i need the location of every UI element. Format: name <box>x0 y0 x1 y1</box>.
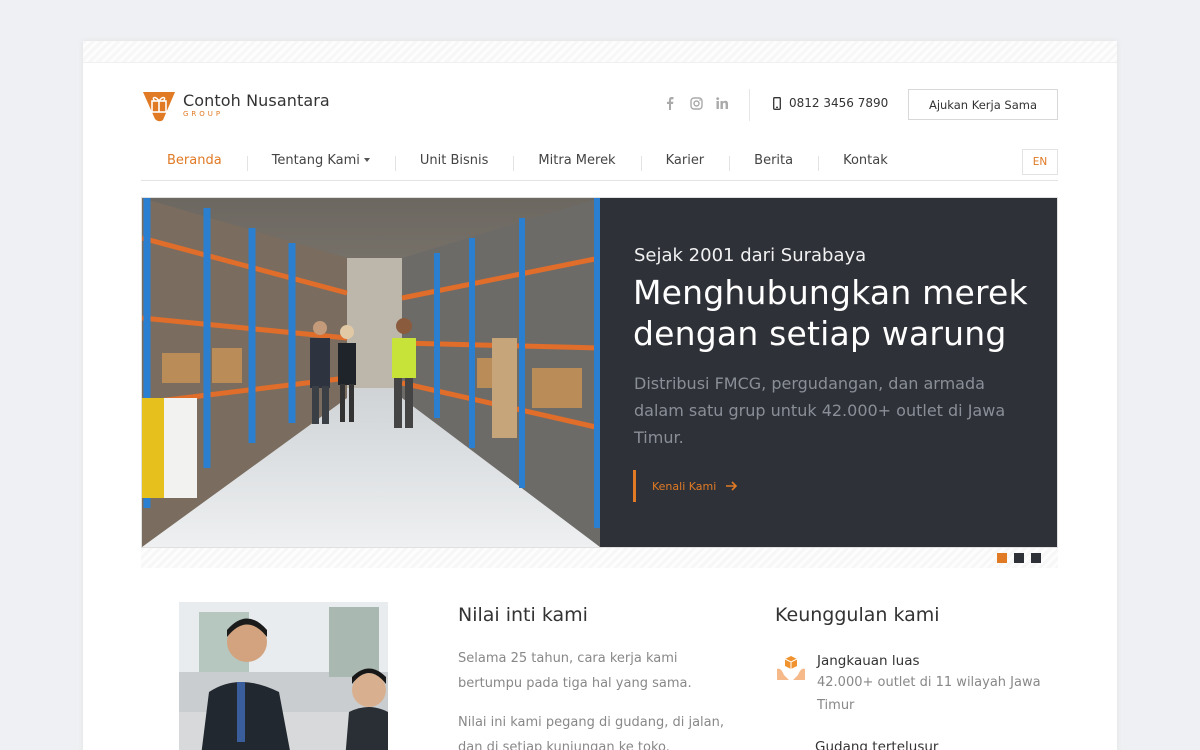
social-links <box>663 96 729 110</box>
phone-icon <box>773 96 781 110</box>
hero-text-panel: Sejak 2001 dari Surabaya Menghubungkan m… <box>600 198 1057 547</box>
main-nav: Beranda Tentang Kami Unit Bisnis Mitra M… <box>141 149 1058 181</box>
learn-more-link[interactable]: Kenali Kami <box>633 470 738 502</box>
values-paragraph-2: Nilai ini kami pegang di gudang, di jala… <box>458 715 725 750</box>
slider-dot-3[interactable] <box>1031 553 1041 563</box>
brand-name: Contoh Nusantara <box>183 90 330 110</box>
advantages-title: Keunggulan kami <box>775 604 940 626</box>
slider-dot-1[interactable] <box>997 553 1007 563</box>
advantage-item: Jangkauan luas 42.000+ outlet di 11 wila… <box>775 653 1047 717</box>
hero-slider: Sejak 2001 dari Surabaya Menghubungkan m… <box>141 197 1058 548</box>
header-divider <box>749 89 750 121</box>
phone-contact[interactable]: 0812 3456 7890 <box>773 96 888 110</box>
nav-item-unit-bisnis[interactable]: Unit Bisnis <box>394 153 514 171</box>
page-container: Contoh Nusantara GROUP 0812 3456 7890 Aj… <box>83 41 1117 750</box>
language-switch[interactable]: EN <box>1022 149 1058 175</box>
values-paragraph-1: Selama 25 tahun, cara kerja kami bertump… <box>458 651 692 691</box>
nav-item-mitra-merek[interactable]: Mitra Merek <box>513 153 640 171</box>
nav-item-beranda[interactable]: Beranda <box>141 153 247 168</box>
hand-box-icon <box>777 656 805 680</box>
advantage-title: Jangkauan luas <box>817 653 920 669</box>
phone-number: 0812 3456 7890 <box>789 96 889 110</box>
facebook-icon[interactable] <box>663 96 677 110</box>
top-stripe <box>83 41 1117 63</box>
advantage-desc: 42.000+ outlet di 11 wilayah Jawa Timur <box>817 675 1041 713</box>
hero-headline: Menghubungkan merek dengan setiap warung <box>633 273 1028 353</box>
nav-item-karier[interactable]: Karier <box>640 153 730 171</box>
nav-item-tentang-kami[interactable]: Tentang Kami <box>246 152 395 171</box>
team-photo <box>179 602 388 750</box>
nav-item-kontak[interactable]: Kontak <box>818 153 913 171</box>
slider-dot-2[interactable] <box>1014 553 1024 563</box>
arrow-right-icon <box>726 481 738 491</box>
logo-gift-icon <box>143 92 175 122</box>
advantage-title-2: Gudang tertelusur <box>815 739 939 750</box>
nav-item-berita[interactable]: Berita <box>729 153 818 171</box>
nav-label: Tentang Kami <box>271 152 360 168</box>
values-title: Nilai inti kami <box>458 604 588 626</box>
slider-dots <box>997 553 1041 563</box>
partnership-button[interactable]: Ajukan Kerja Sama <box>908 89 1058 120</box>
instagram-icon[interactable] <box>689 96 703 110</box>
logo[interactable]: Contoh Nusantara GROUP <box>141 88 330 122</box>
brand-subtitle: GROUP <box>183 109 224 118</box>
hero-bottom-stripe <box>141 548 1058 568</box>
learn-more-label: Kenali Kami <box>652 479 717 493</box>
linkedin-icon[interactable] <box>715 96 729 110</box>
caret-down-icon <box>363 158 370 162</box>
hero-eyebrow: Sejak 2001 dari Surabaya <box>634 245 867 266</box>
hero-lead: Distribusi FMCG, pergudangan, dan armada… <box>634 374 1006 447</box>
hero-warehouse-image <box>142 198 600 547</box>
